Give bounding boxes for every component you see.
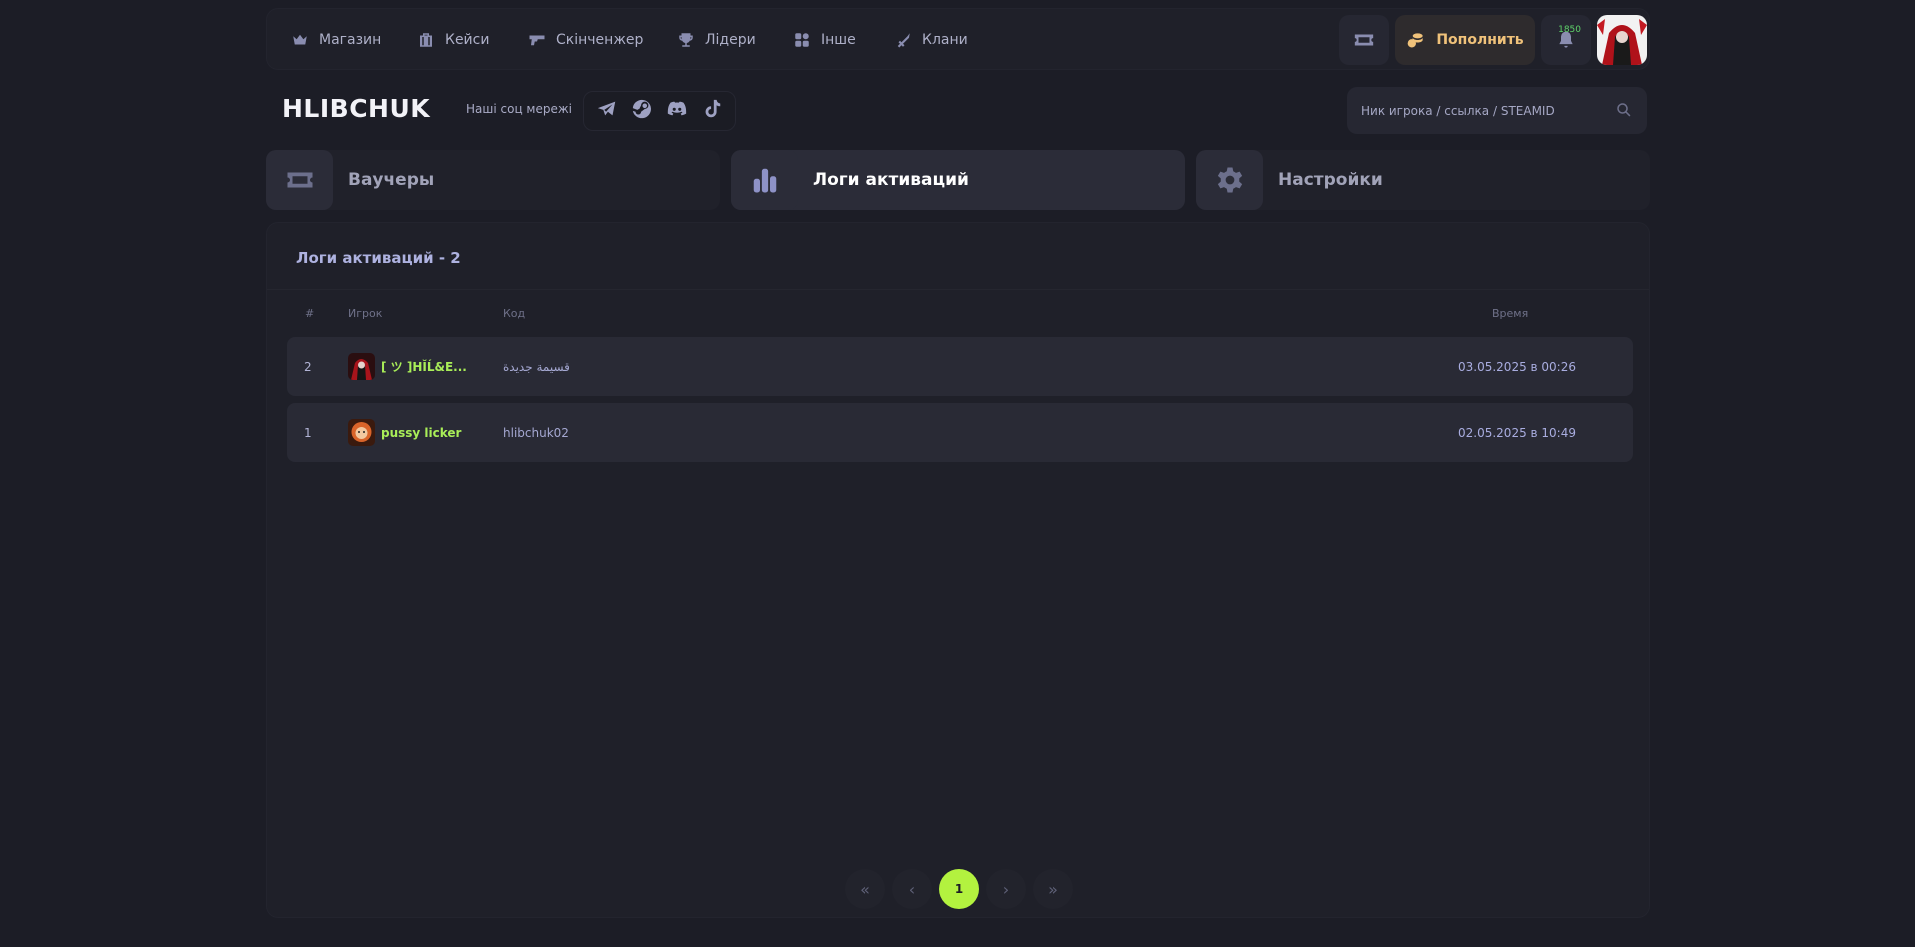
row-player[interactable]: pussy licker [348,403,461,462]
discord-icon[interactable] [666,98,688,124]
table-row: 2 [ ツ ]HĬĹ&E... قسيمة جديدة 03.05.2025 в… [287,337,1633,396]
row-number: 2 [304,359,312,374]
column-header-code: Код [503,307,526,320]
row-code: hlibchuk02 [503,425,569,440]
row-time: 02.05.2025 в 10:49 [1458,425,1576,440]
nav-item-label: Скінченжер [556,32,644,48]
row-number: 1 [304,425,312,440]
tab-icon-box [266,150,333,210]
nav-item-leaders[interactable]: Лідери [677,9,756,71]
tab-settings[interactable]: Настройки [1196,150,1650,210]
column-header-number: # [305,307,315,320]
topup-label: Пополнить [1436,32,1524,48]
row-time: 03.05.2025 в 00:26 [1458,359,1576,374]
tab-icon-box [1196,150,1263,210]
social-label: Наші соц мережі [466,102,573,116]
brand-bar: HLIBCHUK Наші соц мережі [266,84,736,136]
tab-activation-logs[interactable]: Логи активаций [731,150,1185,210]
topup-button[interactable]: Пополнить [1395,15,1535,65]
search-input[interactable] [1347,87,1597,134]
swords-icon [897,33,910,48]
nav-item-label: Магазин [319,32,382,48]
apps-icon [795,33,809,47]
steam-icon[interactable] [631,98,653,124]
table-row: 1 pussy licker hlibchuk02 02.05.2025 в 1… [287,403,1633,462]
notifications-button[interactable]: 1850 [1541,15,1591,65]
nav-item-label: Клани [922,32,968,48]
column-header-player: Игрок [348,307,383,320]
nav-item-other[interactable]: Інше [793,9,856,71]
user-avatar[interactable] [1597,15,1647,65]
top-navigation: Магазин Кейси Скінченжер Лідери Інше Кла… [266,8,1650,70]
nav-item-label: Лідери [705,32,756,48]
tab-label: Настройки [1278,170,1383,190]
nav-item-cases[interactable]: Кейси [417,9,489,71]
nav-item-skinchanger[interactable]: Скінченжер [528,9,643,71]
pagination-prev-button[interactable]: ‹ [892,869,932,909]
row-code: قسيمة جديدة [503,359,570,374]
page-title: Логи активаций - 2 [296,249,461,267]
player-name: [ ツ ]HĬĹ&E... [381,360,467,374]
nav-item-label: Інше [821,32,856,48]
nav-item-shop[interactable]: Магазин [291,9,381,71]
coins-icon [1407,33,1423,48]
voucher-button[interactable] [1339,15,1389,65]
column-header-time: Время [1492,307,1529,320]
telegram-icon[interactable] [596,98,618,124]
ticket-icon [1354,34,1374,46]
tab-label: Ваучеры [348,170,435,190]
gun-icon [529,35,545,46]
player-name: pussy licker [381,425,462,440]
tiktok-icon[interactable] [701,98,723,124]
bar-chart-icon [753,168,776,193]
gear-icon [1217,167,1242,193]
tab-vouchers[interactable]: Ваучеры [266,150,720,210]
pagination-last-button[interactable]: » [1033,869,1073,909]
tab-label: Логи активаций [813,170,969,190]
nav-item-label: Кейси [445,32,490,48]
pagination-page-button[interactable]: 1 [939,869,979,909]
player-avatar [348,353,375,380]
divider [267,289,1649,290]
pagination-next-button[interactable]: › [986,869,1026,909]
search-icon[interactable] [1615,101,1633,119]
trophy-icon [679,33,693,47]
player-avatar [348,419,375,446]
player-search [1347,87,1647,134]
activation-logs-panel: Логи активаций - 2 # Игрок Код Время 2 [… [266,222,1650,918]
site-logo[interactable]: HLIBCHUK [282,94,430,123]
ticket-icon [287,172,312,188]
tab-icon-box [731,150,798,210]
row-player[interactable]: [ ツ ]HĬĹ&E... [348,337,467,396]
nav-item-clans[interactable]: Клани [894,9,968,71]
social-links [583,91,736,131]
case-icon [420,33,432,47]
notification-count: 1850 [1558,25,1581,35]
pagination-first-button[interactable]: « [845,869,885,909]
avatar-image [1597,15,1647,65]
crown-icon [293,34,307,45]
